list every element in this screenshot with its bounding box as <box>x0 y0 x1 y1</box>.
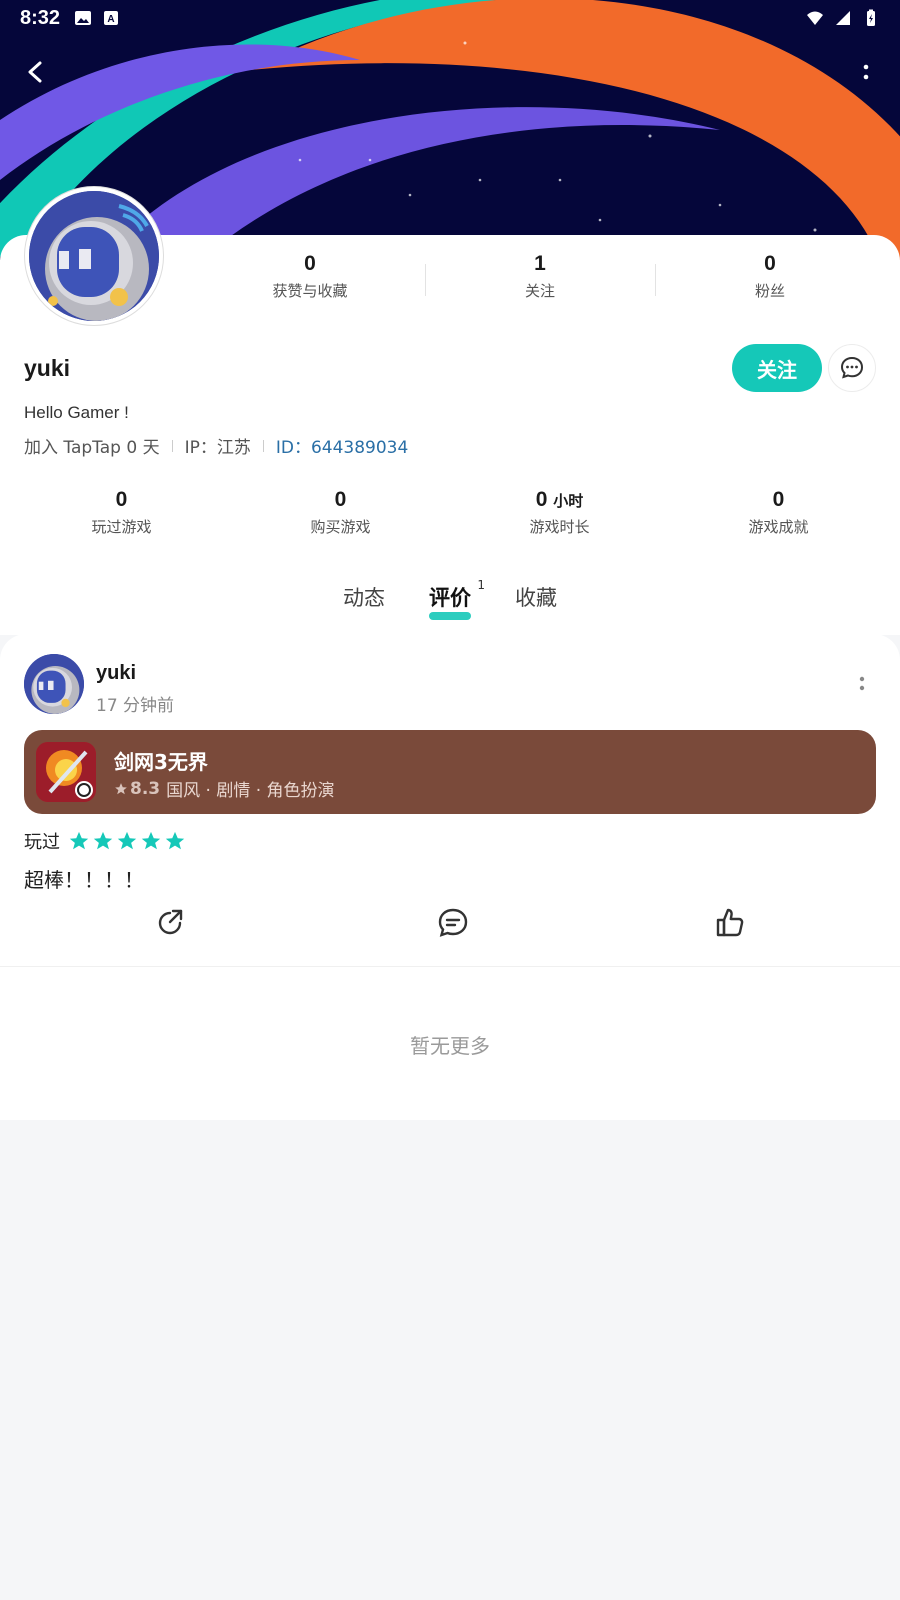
tab-reviews[interactable]: 评价 1 <box>425 578 485 622</box>
like-button[interactable] <box>713 906 747 940</box>
star-icon <box>117 831 137 850</box>
game-icon-image <box>36 742 96 802</box>
chevron-left-icon <box>28 61 42 83</box>
stat-label: 游戏时长 <box>529 518 590 536</box>
more-vertical-icon <box>863 64 869 80</box>
font-notification-icon: A <box>104 11 119 25</box>
chat-bubble-icon <box>840 356 864 379</box>
played-rating: 玩过 <box>24 828 186 854</box>
message-button[interactable] <box>828 344 876 392</box>
stat-label: 粉丝 <box>754 282 785 300</box>
user-id[interactable]: ID：644389034 <box>276 433 408 458</box>
more-options-button[interactable] <box>846 52 886 92</box>
stat-label: 玩过游戏 <box>91 518 152 536</box>
follow-button[interactable]: 关注 <box>732 344 822 392</box>
played-label: 玩过 <box>24 832 60 853</box>
wifi-icon <box>807 11 823 25</box>
share-icon <box>158 909 183 935</box>
image-notification-icon <box>75 11 92 25</box>
tab-count-badge: 1 <box>477 578 485 592</box>
ip-location: IP：江苏 <box>184 438 251 458</box>
separator <box>171 439 173 452</box>
review-author-avatar[interactable] <box>24 654 84 714</box>
profile-stats: 0 获赞与收藏 1 关注 0 粉丝 <box>195 252 885 307</box>
following-stat[interactable]: 1 关注 <box>425 252 655 307</box>
svg-text:A: A <box>107 14 114 25</box>
play-time-stat[interactable]: 0 小时 游戏时长 <box>450 474 669 556</box>
stat-value: 0 <box>772 488 785 511</box>
game-icon <box>36 742 96 802</box>
stat-unit: 小时 <box>553 493 584 510</box>
back-button[interactable] <box>16 52 56 92</box>
game-rating: 8.3 <box>114 779 160 799</box>
followers-stat[interactable]: 0 粉丝 <box>655 252 885 307</box>
stat-value: 1 <box>534 252 546 275</box>
content-tabs: 动态 评价 1 收藏 <box>0 578 900 622</box>
thumbs-up-icon <box>716 908 744 937</box>
game-stats-box: 0 玩过游戏 0 购买游戏 0 小时 游戏时长 0 游戏成就 <box>12 474 888 556</box>
avatar-image <box>24 654 84 714</box>
star-icon <box>165 831 185 850</box>
game-tags: 国风 · 剧情 · 角色扮演 <box>166 781 335 801</box>
stat-value: 0 小时 <box>535 488 584 511</box>
tab-favorites[interactable]: 收藏 <box>511 582 561 622</box>
comment-button[interactable] <box>436 906 470 940</box>
likes-favorites-stat[interactable]: 0 获赞与收藏 <box>195 252 425 307</box>
stat-value: 0 <box>304 252 316 275</box>
game-meta: 8.3 国风 · 剧情 · 角色扮演 <box>114 776 335 801</box>
stat-label: 获赞与收藏 <box>272 282 348 300</box>
profile-meta: 加入 TapTap 0 天 IP：江苏 ID：644389034 <box>24 433 408 458</box>
review-time: 17 分钟前 <box>96 696 175 716</box>
review-author-name[interactable]: yuki <box>96 662 136 685</box>
review-actions <box>0 906 900 956</box>
bio: Hello Gamer ! <box>24 403 129 422</box>
share-button[interactable] <box>153 906 187 940</box>
stat-label: 关注 <box>524 282 555 300</box>
separator <box>262 439 264 452</box>
stat-label: 购买游戏 <box>310 518 371 536</box>
game-card[interactable]: 剑网3无界 8.3 国风 · 剧情 · 角色扮演 <box>24 730 876 814</box>
avatar[interactable] <box>24 186 164 326</box>
status-bar: 8:32 A <box>0 0 900 36</box>
no-more-text: 暂无更多 <box>410 1034 490 1058</box>
username: yuki <box>24 355 71 381</box>
game-title: 剑网3无界 <box>114 750 208 774</box>
purchased-games-stat[interactable]: 0 购买游戏 <box>231 474 450 556</box>
status-time: 8:32 <box>20 6 61 29</box>
review-text: 超棒！！！！ <box>24 868 144 892</box>
review-card: yuki 17 分钟前 剑网3无界 8.3 国风 · 剧情 · 角色扮演 玩过 <box>0 634 900 966</box>
achievements-stat[interactable]: 0 游戏成就 <box>669 474 888 556</box>
tab-activity[interactable]: 动态 <box>339 582 389 622</box>
battery-icon <box>867 9 875 26</box>
cell-signal-icon <box>836 11 850 25</box>
star-icon <box>93 831 113 850</box>
avatar-image <box>29 191 159 321</box>
star-icon <box>115 782 127 794</box>
star-rating <box>68 830 186 852</box>
joined-days: 加入 TapTap 0 天 <box>24 438 160 458</box>
stat-value: 0 <box>334 488 347 511</box>
stat-label: 游戏成就 <box>748 518 809 536</box>
star-icon <box>69 831 89 850</box>
more-vertical-icon <box>859 676 865 691</box>
comment-icon <box>438 908 468 937</box>
played-games-stat[interactable]: 0 玩过游戏 <box>12 474 231 556</box>
stat-value: 0 <box>115 488 128 511</box>
active-tab-indicator <box>429 612 471 620</box>
review-more-button[interactable] <box>852 672 872 696</box>
stat-value: 0 <box>764 252 776 275</box>
star-icon <box>141 831 161 850</box>
